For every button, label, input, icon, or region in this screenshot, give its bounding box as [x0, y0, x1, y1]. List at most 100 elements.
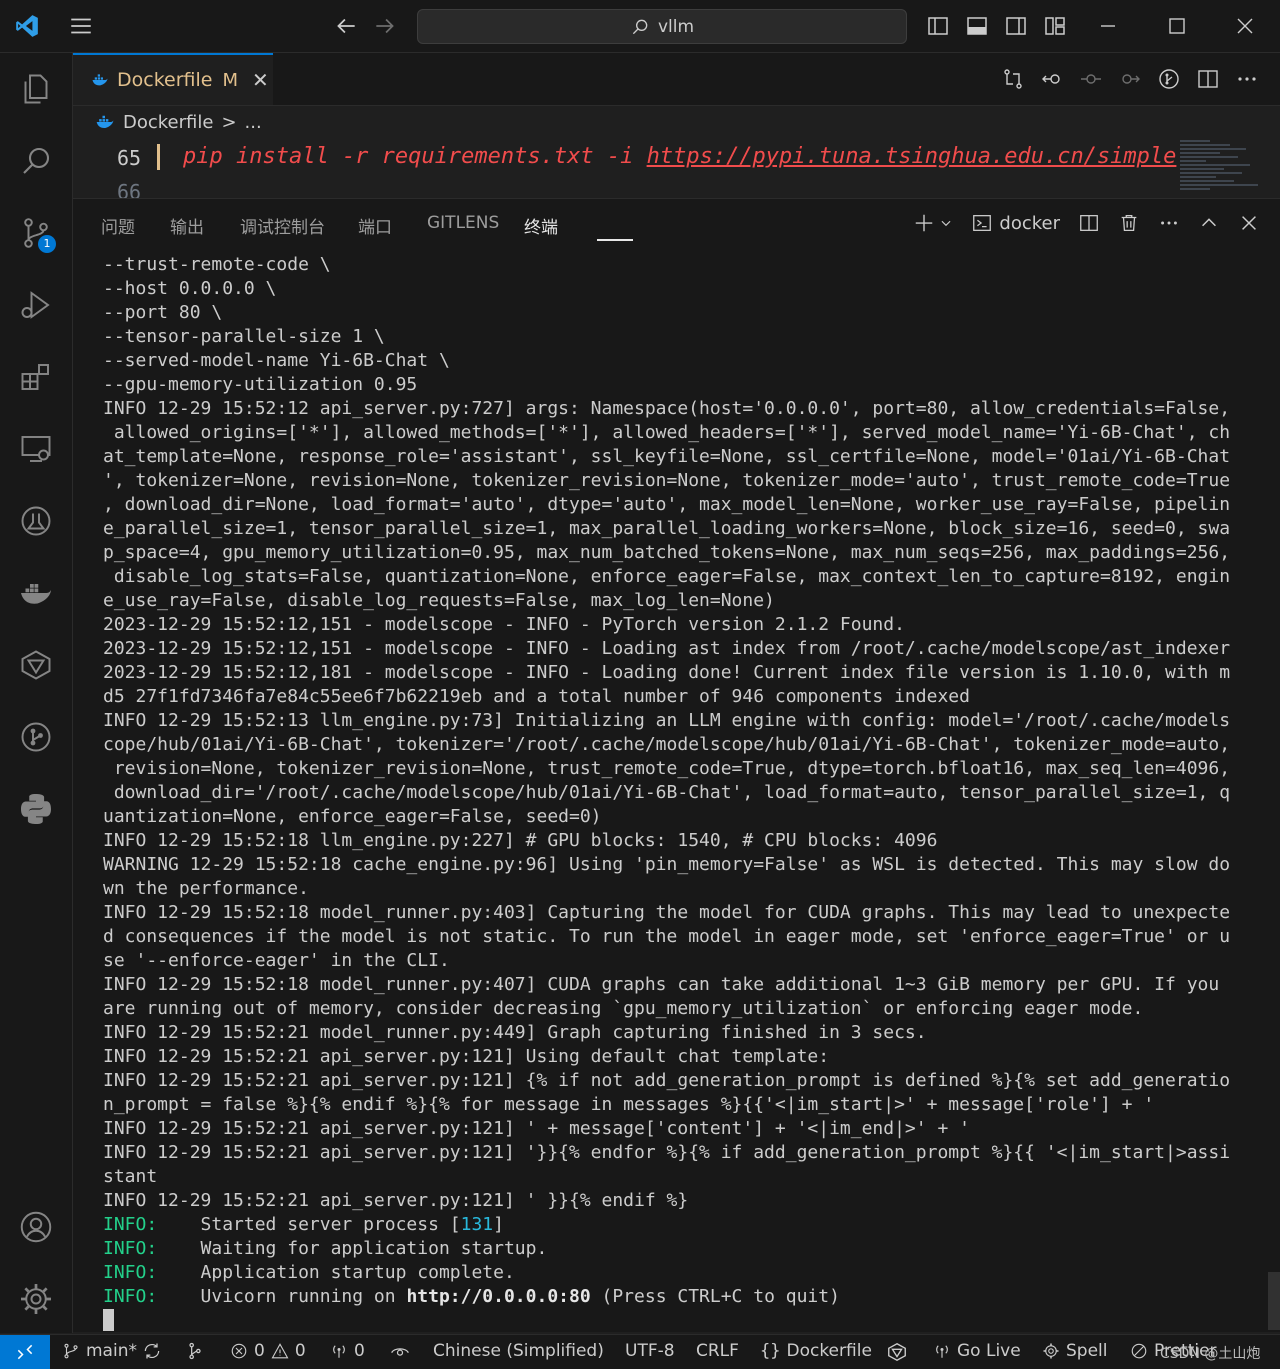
breadcrumb-symbols[interactable]: ... — [245, 112, 262, 133]
ports-indicator[interactable]: 0 — [330, 1341, 365, 1361]
problems-indicator[interactable]: 0 0 — [230, 1341, 306, 1361]
remote-explorer-icon[interactable] — [16, 429, 56, 469]
toggle-secondary-sidebar-icon[interactable] — [1003, 13, 1029, 39]
chevron-down-icon[interactable] — [939, 216, 953, 230]
error-icon — [230, 1342, 248, 1360]
tab-debug-console[interactable]: 调试控制台 — [240, 213, 325, 238]
branch-indicator[interactable]: main* — [62, 1341, 137, 1361]
terminal-line: , download_dir=None, load_format='auto',… — [103, 494, 1231, 515]
tab-ports[interactable]: 端口 — [358, 213, 392, 238]
code-url[interactable]: https://pypi.tuna.tsinghua.edu.cn/simple — [647, 144, 1177, 169]
docker-icon[interactable] — [16, 573, 56, 613]
forward-arrow-icon[interactable] — [372, 13, 398, 39]
terminal-line: stant — [103, 1166, 158, 1187]
tab-gitlens[interactable]: GITLENS — [427, 213, 499, 233]
terminal-line: uantization=None, enforce_eager=False, s… — [103, 806, 602, 827]
toggle-panel-icon[interactable] — [964, 13, 990, 39]
explorer-icon[interactable] — [16, 69, 56, 109]
terminal-line: e_parallel_size=1, tensor_parallel_size=… — [103, 518, 1231, 539]
testing-icon[interactable] — [16, 501, 56, 541]
language-mode-label: Dockerfile — [786, 1341, 872, 1361]
prettier-icon — [1130, 1342, 1148, 1360]
remote-icon — [15, 1342, 35, 1362]
tab-close-icon[interactable]: ✕ — [252, 68, 269, 92]
extensions-icon[interactable] — [16, 357, 56, 397]
manage-gear-icon[interactable] — [16, 1279, 56, 1319]
minimap[interactable] — [1178, 138, 1262, 196]
command-center-search[interactable]: vllm — [417, 9, 907, 44]
terminal-scrollbar[interactable] — [1268, 1272, 1280, 1330]
end-of-line[interactable]: CRLF — [696, 1341, 739, 1361]
split-terminal-icon[interactable] — [1078, 212, 1100, 234]
editor-tabs: Dockerfile M ✕ — [73, 53, 1280, 106]
terminal-line: 2023-12-29 15:52:12,181 - modelscope - I… — [103, 662, 1231, 683]
ports-count: 0 — [354, 1341, 365, 1361]
more-actions-icon[interactable] — [1158, 212, 1180, 234]
search-icon — [630, 17, 650, 37]
git-graph-icon[interactable] — [16, 717, 56, 757]
breadcrumb-file[interactable]: Dockerfile — [123, 112, 213, 133]
log-text: Waiting for application startup. — [157, 1238, 548, 1259]
toggle-primary-sidebar-icon[interactable] — [925, 13, 951, 39]
tab-problems[interactable]: 问题 — [101, 213, 135, 238]
eye-icon[interactable] — [390, 1341, 410, 1361]
plus-icon — [913, 212, 935, 234]
minimize-icon[interactable] — [1095, 13, 1121, 39]
menu-icon[interactable] — [68, 13, 94, 39]
terminal-line: --tensor-parallel-size 1 \ — [103, 326, 385, 347]
encoding[interactable]: UTF-8 — [625, 1341, 675, 1361]
spell-label: Spell — [1066, 1341, 1108, 1361]
terminal-line: are running out of memory, consider decr… — [103, 998, 1144, 1019]
terminal-line: INFO 12-29 15:52:21 api_server.py:121] {… — [103, 1070, 1231, 1091]
customize-layout-icon[interactable] — [1042, 13, 1068, 39]
terminal-line: download_dir='/root/.cache/modelscope/hu… — [103, 782, 1231, 803]
trash-icon[interactable] — [1118, 212, 1140, 234]
back-arrow-icon[interactable] — [333, 13, 359, 39]
previous-change-icon[interactable] — [1039, 66, 1065, 92]
language-mode[interactable]: {} Dockerfile — [760, 1341, 872, 1361]
more-actions-icon[interactable] — [1234, 66, 1260, 92]
maximize-icon[interactable] — [1164, 13, 1190, 39]
gitlens-icon[interactable] — [16, 645, 56, 685]
close-icon[interactable] — [1232, 13, 1258, 39]
go-live-button[interactable]: Go Live — [933, 1341, 1021, 1361]
terminal-cursor — [103, 1309, 114, 1331]
sync-icon[interactable] — [142, 1341, 162, 1361]
vscode-logo-icon[interactable] — [14, 13, 40, 39]
run-debug-icon[interactable] — [16, 285, 56, 325]
docker-file-icon — [95, 112, 115, 132]
terminal-cursor-line — [103, 1309, 1253, 1333]
spell-checker[interactable]: Spell — [1042, 1341, 1108, 1361]
git-history-icon[interactable] — [1156, 66, 1182, 92]
git-graph-status-icon[interactable] — [185, 1341, 205, 1361]
watermark: CSDN @土山炮 — [1160, 1346, 1261, 1362]
terminal-line: INFO 12-29 15:52:21 api_server.py:121] U… — [103, 1046, 830, 1067]
split-editor-icon[interactable] — [1195, 66, 1221, 92]
display-language[interactable]: Chinese (Simplified) — [433, 1341, 604, 1361]
terminal[interactable]: --trust-remote-code \ --host 0.0.0.0 \ --p… — [73, 247, 1280, 1332]
python-icon[interactable] — [16, 789, 56, 829]
open-changes-icon[interactable] — [1000, 66, 1026, 92]
close-panel-icon[interactable] — [1238, 212, 1260, 234]
tab-terminal[interactable]: 终端 — [524, 213, 558, 238]
terminal-line: --gpu-memory-utilization 0.95 — [103, 374, 418, 395]
terminal-line: INFO: Waiting for application startup. — [103, 1237, 1253, 1261]
new-terminal-button[interactable] — [913, 212, 953, 234]
terminal-line: INFO 12-29 15:52:12 api_server.py:727] a… — [103, 398, 1231, 419]
maximize-panel-icon[interactable] — [1198, 212, 1220, 234]
search-icon[interactable] — [16, 141, 56, 181]
source-control-icon[interactable]: 1 — [16, 213, 56, 253]
revision-icon[interactable] — [1078, 66, 1104, 92]
terminal-line: INFO: Application startup complete. — [103, 1261, 1253, 1285]
tab-dockerfile[interactable]: Dockerfile M ✕ — [73, 53, 273, 105]
next-change-icon[interactable] — [1117, 66, 1143, 92]
remote-indicator[interactable] — [0, 1335, 50, 1369]
terminal-selector[interactable]: docker — [971, 212, 1060, 234]
terminal-line: INFO 12-29 15:52:21 api_server.py:121] '… — [103, 1142, 1231, 1163]
gitlens-status-icon[interactable] — [886, 1341, 908, 1363]
tab-output[interactable]: 输出 — [170, 213, 204, 238]
terminal-line: --served-model-name Yi-6B-Chat \ — [103, 350, 450, 371]
accounts-icon[interactable] — [16, 1207, 56, 1247]
docker-file-icon — [91, 71, 109, 89]
editor-content[interactable]: 65 66 pip install -r requirements.txt -i… — [73, 140, 1176, 204]
